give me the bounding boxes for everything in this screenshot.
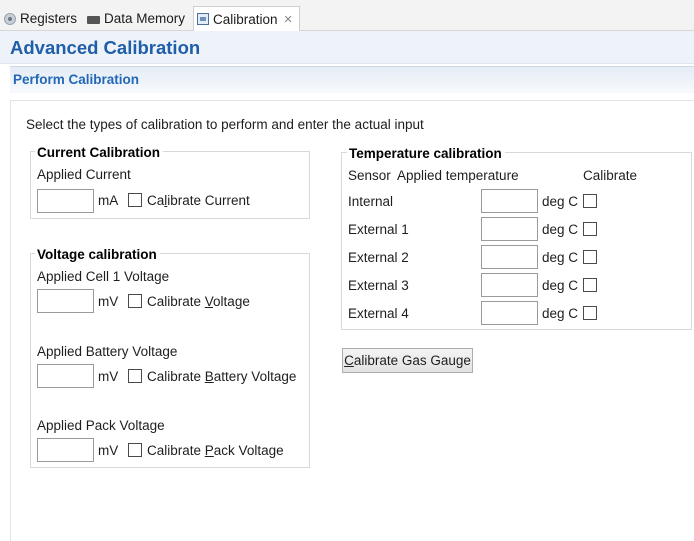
- temp-sensor-label: Internal: [348, 194, 394, 209]
- calibrate-battery-voltage-checkbox[interactable]: [128, 369, 142, 383]
- calibrate-current-checkbox[interactable]: [128, 193, 142, 207]
- editor-tab-bar: Registers Data Memory Calibration ✕: [0, 0, 694, 31]
- current-unit: mA: [98, 193, 119, 208]
- memory-icon: [87, 15, 100, 24]
- applied-pack-voltage-input[interactable]: [37, 438, 94, 462]
- temp-value-input[interactable]: [481, 301, 538, 325]
- applied-current-input[interactable]: [37, 189, 94, 213]
- applied-battery-voltage-input[interactable]: [37, 364, 94, 388]
- calibrate-voltage-label[interactable]: Calibrate Voltage: [147, 294, 250, 309]
- temp-calibrate-checkbox[interactable]: [583, 194, 597, 208]
- temp-value-input[interactable]: [481, 217, 538, 241]
- temp-sensor-label: External 3: [348, 278, 409, 293]
- calibrate-voltage-checkbox[interactable]: [128, 294, 142, 308]
- temp-value-input[interactable]: [481, 273, 538, 297]
- sensor-column-header: Sensor: [348, 168, 391, 183]
- temperature-calibration-title: Temperature calibration: [347, 146, 505, 161]
- close-icon[interactable]: ✕: [284, 13, 293, 26]
- current-calibration-title: Current Calibration: [35, 145, 164, 160]
- temp-calibrate-checkbox[interactable]: [583, 278, 597, 292]
- tab-calibration[interactable]: Calibration ✕: [193, 6, 300, 31]
- tab-label: Calibration: [213, 11, 278, 27]
- calibrate-pack-voltage-label[interactable]: Calibrate Pack Voltage: [147, 443, 284, 458]
- temp-unit: deg C: [542, 194, 579, 209]
- pack-voltage-unit: mV: [98, 443, 119, 458]
- applied-battery-voltage-label: Applied Battery Voltage: [37, 344, 178, 359]
- calibrate-pack-voltage-checkbox[interactable]: [128, 443, 142, 457]
- applied-cell1-voltage-label: Applied Cell 1 Voltage: [37, 269, 170, 284]
- instructions-text: Select the types of calibration to perfo…: [26, 117, 424, 132]
- temp-unit: deg C: [542, 306, 579, 321]
- calibrate-battery-voltage-label[interactable]: Calibrate Battery Voltage: [147, 369, 296, 384]
- tab-registers[interactable]: Registers: [4, 7, 77, 30]
- register-icon: [4, 12, 16, 25]
- tab-data-memory[interactable]: Data Memory: [87, 7, 185, 30]
- calibrate-gas-gauge-button[interactable]: Calibrate Gas Gauge: [342, 348, 473, 373]
- temp-unit: deg C: [542, 278, 579, 293]
- page-title: Advanced Calibration: [10, 37, 201, 58]
- temp-unit: deg C: [542, 222, 579, 237]
- applied-current-label: Applied Current: [37, 167, 131, 182]
- temp-unit: deg C: [542, 250, 579, 265]
- cell1-voltage-unit: mV: [98, 294, 119, 309]
- section-title: Perform Calibration: [13, 72, 140, 87]
- temp-sensor-label: External 4: [348, 306, 409, 321]
- temp-sensor-label: External 1: [348, 222, 409, 237]
- temp-value-input[interactable]: [481, 245, 538, 269]
- temp-value-input[interactable]: [481, 189, 538, 213]
- temp-calibrate-checkbox[interactable]: [583, 250, 597, 264]
- tab-label: Registers: [20, 11, 78, 26]
- calibration-icon: [197, 13, 209, 25]
- calibrate-current-label[interactable]: Calibrate Current: [147, 193, 250, 208]
- temp-sensor-label: External 2: [348, 250, 409, 265]
- voltage-calibration-title: Voltage calibration: [35, 247, 160, 262]
- calibrate-column-header: Calibrate: [583, 168, 638, 183]
- section-header[interactable]: Perform Calibration: [10, 66, 694, 93]
- voltage-calibration-group: [30, 253, 310, 468]
- tab-label: Data Memory: [104, 11, 186, 26]
- applied-temperature-column-header: Applied temperature: [397, 168, 519, 183]
- applied-cell1-voltage-input[interactable]: [37, 289, 94, 313]
- battery-voltage-unit: mV: [98, 369, 119, 384]
- temp-calibrate-checkbox[interactable]: [583, 222, 597, 236]
- temp-calibrate-checkbox[interactable]: [583, 306, 597, 320]
- applied-pack-voltage-label: Applied Pack Voltage: [37, 418, 165, 433]
- form-header: Advanced Calibration: [0, 31, 694, 64]
